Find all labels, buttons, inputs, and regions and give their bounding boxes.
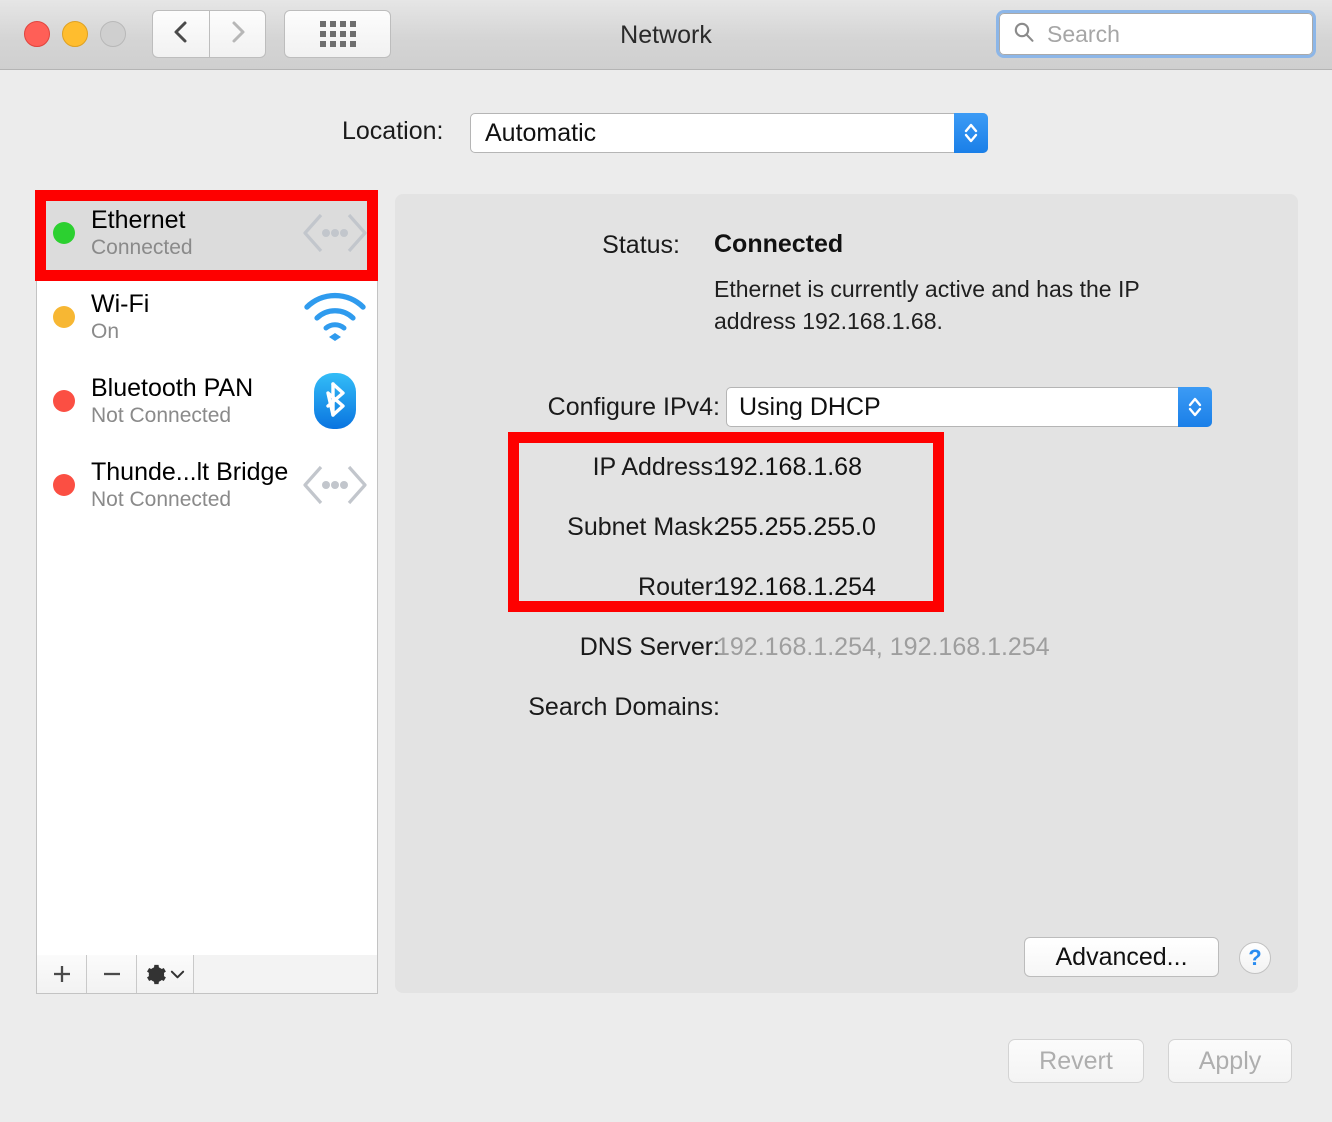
ethernet-icon xyxy=(299,462,371,508)
service-status: Not Connected xyxy=(91,487,299,513)
window-titlebar: Network xyxy=(0,0,1332,70)
remove-service-button[interactable] xyxy=(87,955,137,993)
gear-icon xyxy=(144,963,167,986)
service-name: Thunde...lt Bridge xyxy=(91,457,299,487)
network-preferences-window: Network Location: Automatic xyxy=(0,0,1332,1122)
search-input[interactable] xyxy=(1045,20,1279,49)
status-description: Ethernet is currently active and has the… xyxy=(714,273,1174,337)
router-label: Router: xyxy=(410,573,720,602)
dns-server-value: 192.168.1.254, 192.168.1.254 xyxy=(716,633,1050,662)
service-text: Bluetooth PAN Not Connected xyxy=(91,373,299,429)
sidebar-item-wifi[interactable]: Wi-Fi On xyxy=(37,275,377,359)
network-services-list[interactable]: Ethernet Connected Wi-Fi On xyxy=(36,190,378,990)
search-domains-label: Search Domains: xyxy=(410,693,720,722)
status-value: Connected xyxy=(714,230,843,259)
configure-ipv4-popup-button[interactable]: Using DHCP xyxy=(726,387,1212,427)
status-label: Status: xyxy=(490,231,680,260)
apply-button[interactable]: Apply xyxy=(1168,1039,1292,1083)
services-list-toolbar xyxy=(36,955,378,994)
subnet-mask-label: Subnet Mask: xyxy=(410,513,720,542)
status-dot xyxy=(53,474,75,496)
close-window-button[interactable] xyxy=(24,21,50,47)
toolbar-spacer xyxy=(194,955,377,993)
service-name: Bluetooth PAN xyxy=(91,373,299,403)
ip-address-value: 192.168.1.68 xyxy=(716,453,862,482)
add-service-button[interactable] xyxy=(37,955,87,993)
configure-ipv4-stepper-arrows[interactable] xyxy=(1178,387,1212,427)
ip-address-label: IP Address: xyxy=(410,453,720,482)
location-popup-button[interactable]: Automatic xyxy=(470,113,988,153)
sidebar-item-ethernet[interactable]: Ethernet Connected xyxy=(37,191,377,275)
back-button[interactable] xyxy=(152,10,209,58)
location-stepper-arrows[interactable] xyxy=(954,113,988,153)
minimize-window-button[interactable] xyxy=(62,21,88,47)
advanced-button[interactable]: Advanced... xyxy=(1024,937,1219,977)
sidebar-item-thunderbolt-bridge[interactable]: Thunde...lt Bridge Not Connected xyxy=(37,443,377,527)
revert-button[interactable]: Revert xyxy=(1008,1039,1144,1083)
subnet-mask-value: 255.255.255.0 xyxy=(716,513,876,542)
help-button[interactable]: ? xyxy=(1239,942,1271,974)
status-dot xyxy=(53,222,75,244)
chevron-down-icon xyxy=(169,966,186,983)
location-label: Location: xyxy=(342,117,443,146)
search-icon xyxy=(1013,21,1035,48)
forward-button[interactable] xyxy=(209,10,266,58)
service-status: Connected xyxy=(91,235,299,261)
status-dot xyxy=(53,390,75,412)
service-text: Ethernet Connected xyxy=(91,205,299,261)
ethernet-icon xyxy=(299,210,371,256)
search-field[interactable] xyxy=(996,10,1316,58)
minus-icon xyxy=(100,962,124,986)
location-selected-value: Automatic xyxy=(485,119,596,148)
bluetooth-icon xyxy=(299,372,371,430)
plus-icon xyxy=(50,962,74,986)
status-dot xyxy=(53,306,75,328)
dns-server-label: DNS Server: xyxy=(410,633,720,662)
service-status: Not Connected xyxy=(91,403,299,429)
service-name: Wi-Fi xyxy=(91,289,299,319)
sidebar-item-bluetooth-pan[interactable]: Bluetooth PAN Not Connected xyxy=(37,359,377,443)
service-text: Wi-Fi On xyxy=(91,289,299,345)
router-value: 192.168.1.254 xyxy=(716,573,876,602)
chevron-left-icon xyxy=(171,19,191,50)
zoom-window-button[interactable] xyxy=(100,21,126,47)
show-all-button[interactable] xyxy=(284,10,391,58)
service-actions-button[interactable] xyxy=(137,955,194,993)
configure-ipv4-label: Configure IPv4: xyxy=(430,393,720,422)
service-name: Ethernet xyxy=(91,205,299,235)
service-status: On xyxy=(91,319,299,345)
service-text: Thunde...lt Bridge Not Connected xyxy=(91,457,299,513)
chevron-right-icon xyxy=(228,19,248,50)
configure-ipv4-selected-value: Using DHCP xyxy=(739,393,881,422)
wifi-icon xyxy=(299,291,371,343)
show-all-grid-icon xyxy=(320,21,356,47)
